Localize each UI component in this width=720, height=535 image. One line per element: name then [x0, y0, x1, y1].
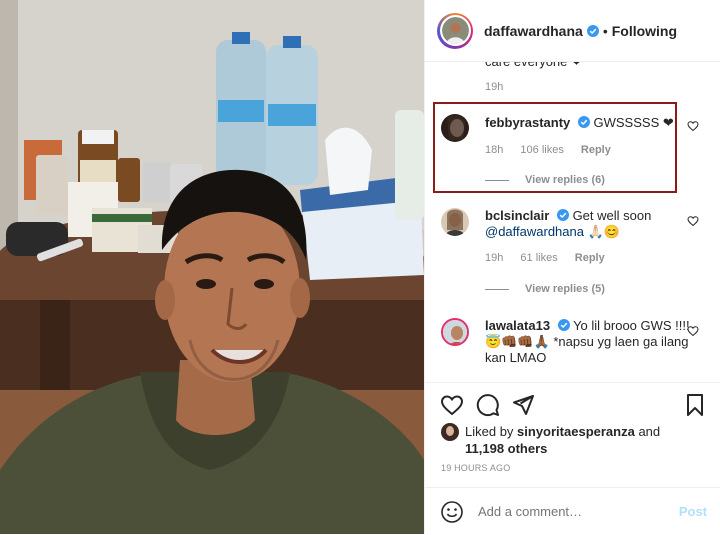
comment-username[interactable]: bclsinclair [485, 208, 549, 223]
like-comment-heart-icon[interactable] [687, 120, 699, 132]
liked-by-prefix: Liked by [465, 424, 514, 439]
post-header: daffawardhana • Following [425, 0, 720, 62]
view-replies-button[interactable]: View replies (6) [485, 174, 605, 186]
view-replies-label: View replies (5) [525, 283, 605, 295]
post-photo[interactable] [0, 0, 424, 534]
verified-badge-icon [556, 209, 569, 221]
like-heart-icon[interactable] [440, 393, 464, 417]
add-comment-bar: Post [425, 487, 720, 535]
comment-meta: 18h 106 likes Reply [485, 144, 625, 156]
reply-button[interactable]: Reply [581, 144, 611, 156]
verified-badge-icon [577, 116, 590, 128]
liked-by-summary: Liked by sinyoritaesperanza and 11,198 o… [441, 423, 701, 457]
following-button[interactable]: Following [612, 23, 677, 39]
verified-badge-icon [586, 24, 599, 37]
comments-list[interactable]: care everyone ❤ 19h febbyrastanty [425, 62, 720, 382]
author-username[interactable]: daffawardhana [484, 23, 583, 39]
comment-text: bclsinclair Get well soon @daffawardhana… [485, 208, 685, 240]
comment-likes[interactable]: 106 likes [520, 144, 563, 156]
view-replies-button[interactable]: View replies (5) [485, 283, 605, 295]
author-avatar-image [441, 17, 469, 44]
share-paper-plane-icon[interactable] [511, 393, 535, 417]
comment-text: lawalata13 Yo lil brooo GWS !!!! 😇👊🏾👊🏾🙏🏾… [485, 318, 695, 366]
replies-divider [485, 288, 509, 290]
view-replies-label: View replies (6) [525, 174, 605, 186]
comment-emoji: 🙏🏻😊 [587, 224, 620, 239]
like-comment-heart-icon[interactable] [687, 325, 699, 337]
comment-time: 19h [485, 252, 504, 264]
selfie-image [0, 0, 424, 534]
commenter-avatar[interactable] [441, 208, 469, 236]
emoji-smiley-icon[interactable] [440, 500, 464, 524]
commenter-avatar[interactable] [441, 318, 469, 346]
comment-username[interactable]: febbyrastanty [485, 115, 570, 130]
comment-content: GWSSSSS ❤ [593, 115, 674, 130]
save-bookmark-icon[interactable] [683, 393, 707, 417]
previous-comment-time: 19h [485, 81, 504, 93]
reply-button[interactable]: Reply [575, 252, 605, 264]
post-sidebar: daffawardhana • Following care everyone … [424, 0, 720, 534]
replies-divider [485, 179, 509, 181]
comment-likes[interactable]: 61 likes [520, 252, 557, 264]
liked-by-user[interactable]: sinyoritaesperanza [517, 424, 635, 439]
comment-mention[interactable]: @daffawardhana [485, 224, 584, 239]
commenter-avatar-image [443, 320, 467, 344]
commenter-avatar[interactable] [441, 114, 469, 142]
liked-by-and: and [638, 424, 661, 439]
instagram-post: daffawardhana • Following care everyone … [0, 0, 720, 534]
post-comment-button[interactable]: Post [679, 504, 707, 519]
comment-username[interactable]: lawalata13 [485, 318, 550, 333]
liker-avatar-image [441, 423, 459, 441]
comment-text: febbyrastanty GWSSSSS ❤ [485, 115, 685, 131]
previous-comment-text: care everyone ❤ [485, 62, 582, 70]
add-comment-input[interactable] [478, 504, 668, 519]
post-time-ago[interactable]: 19 HOURS AGO [441, 463, 510, 473]
header-separator: • [602, 22, 608, 39]
comment-time: 18h [485, 144, 504, 156]
comment-bubble-icon[interactable] [476, 393, 500, 417]
author-avatar[interactable] [437, 12, 473, 49]
liker-avatar[interactable] [441, 423, 459, 441]
comment-meta: 19h 61 likes Reply [485, 252, 619, 264]
liked-by-others[interactable]: 11,198 others [465, 441, 547, 456]
commenter-avatar-image [441, 114, 469, 142]
commenter-avatar-image [441, 208, 469, 236]
verified-badge-icon [557, 319, 570, 331]
like-comment-heart-icon[interactable] [687, 215, 699, 227]
comment-content: Get well soon [572, 208, 652, 223]
post-actions: Liked by sinyoritaesperanza and 11,198 o… [425, 382, 720, 534]
